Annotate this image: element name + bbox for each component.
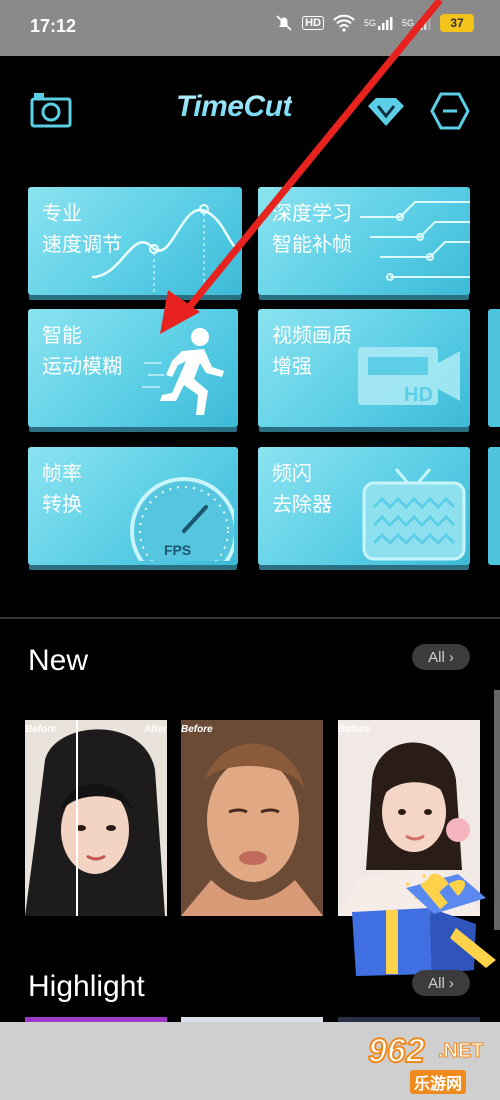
feature-label: 视频画质 增强 (272, 325, 352, 378)
hd-text: HD (404, 384, 433, 406)
feature-label: 帧率 转换 (42, 463, 82, 516)
circuit-icon (360, 201, 470, 281)
feature-tile-partial[interactable] (488, 309, 500, 427)
feature-frame-interpolation[interactable]: 深度学习 智能补帧 (258, 187, 470, 295)
status-time: 17:12 (30, 16, 77, 36)
fps-gauge-icon: FPS (130, 477, 234, 561)
watermark-number: 962 (367, 1031, 426, 1071)
feature-label: 频闪 去除器 (272, 463, 332, 516)
all-label: All (428, 974, 445, 992)
hd-camera-icon: HD (358, 347, 460, 406)
mute-icon (275, 14, 293, 32)
after-label: After (143, 724, 167, 735)
feature-flicker-remover[interactable]: 频闪 去除器 (258, 447, 470, 565)
feature-label: 深度学习 智能补帧 (272, 203, 352, 256)
watermark-logo: 962 .NET 乐游网 (360, 1030, 490, 1094)
portrait-image (181, 720, 323, 916)
chevron-right-icon: › (448, 974, 454, 992)
status-bar: 17:12 HD 5G 5G 37 (0, 0, 500, 56)
diamond-vip-icon[interactable] (366, 96, 406, 128)
camera-icon[interactable] (30, 92, 72, 128)
battery-indicator: 37 (440, 14, 474, 32)
before-label: Before (338, 724, 370, 735)
speed-curve-icon (92, 204, 242, 295)
divider (0, 617, 500, 619)
feature-speed-adjust[interactable]: 专业 速度调节 (28, 187, 242, 295)
feature-label: 智能 运动模糊 (42, 325, 122, 378)
signal-icon-2: 5G (402, 15, 431, 31)
feature-frame-rate-convert[interactable]: 帧率 转换 FPS (28, 447, 238, 565)
new-item-thumbnail[interactable]: Before (181, 720, 323, 916)
app-title: TimeCut (176, 90, 292, 123)
signal-icon-1: 5G (364, 15, 393, 31)
running-man-icon (142, 328, 224, 415)
gift-box-icon[interactable] (346, 868, 500, 978)
app-header: TimeCut (0, 56, 500, 166)
portrait-image (25, 720, 167, 916)
feature-quality-enhance[interactable]: 视频画质 增强 HD (258, 309, 470, 427)
new-item-thumbnail[interactable]: Before After (25, 720, 167, 916)
section-title-highlight: Highlight (28, 970, 145, 1003)
highlight-all-button[interactable]: All › (412, 970, 470, 996)
feature-motion-blur[interactable]: 智能 运动模糊 (28, 309, 238, 427)
watermark-suffix: .NET (438, 1040, 485, 1063)
before-label: Before (181, 724, 213, 735)
fps-text: FPS (164, 542, 191, 558)
hexagon-menu-icon[interactable] (430, 92, 470, 130)
hd-voice-icon: HD (302, 16, 324, 30)
before-label: Before (25, 724, 57, 735)
wifi-icon (333, 14, 355, 32)
watermark-subtitle: 乐游网 (410, 1070, 467, 1094)
status-icons: HD 5G 5G 37 (275, 14, 474, 32)
feature-tile-partial[interactable] (488, 447, 500, 565)
all-label: All (428, 648, 445, 666)
section-title-new: New (28, 644, 89, 677)
tv-icon (362, 468, 466, 561)
chevron-right-icon: › (448, 648, 454, 666)
new-all-button[interactable]: All › (412, 644, 470, 670)
